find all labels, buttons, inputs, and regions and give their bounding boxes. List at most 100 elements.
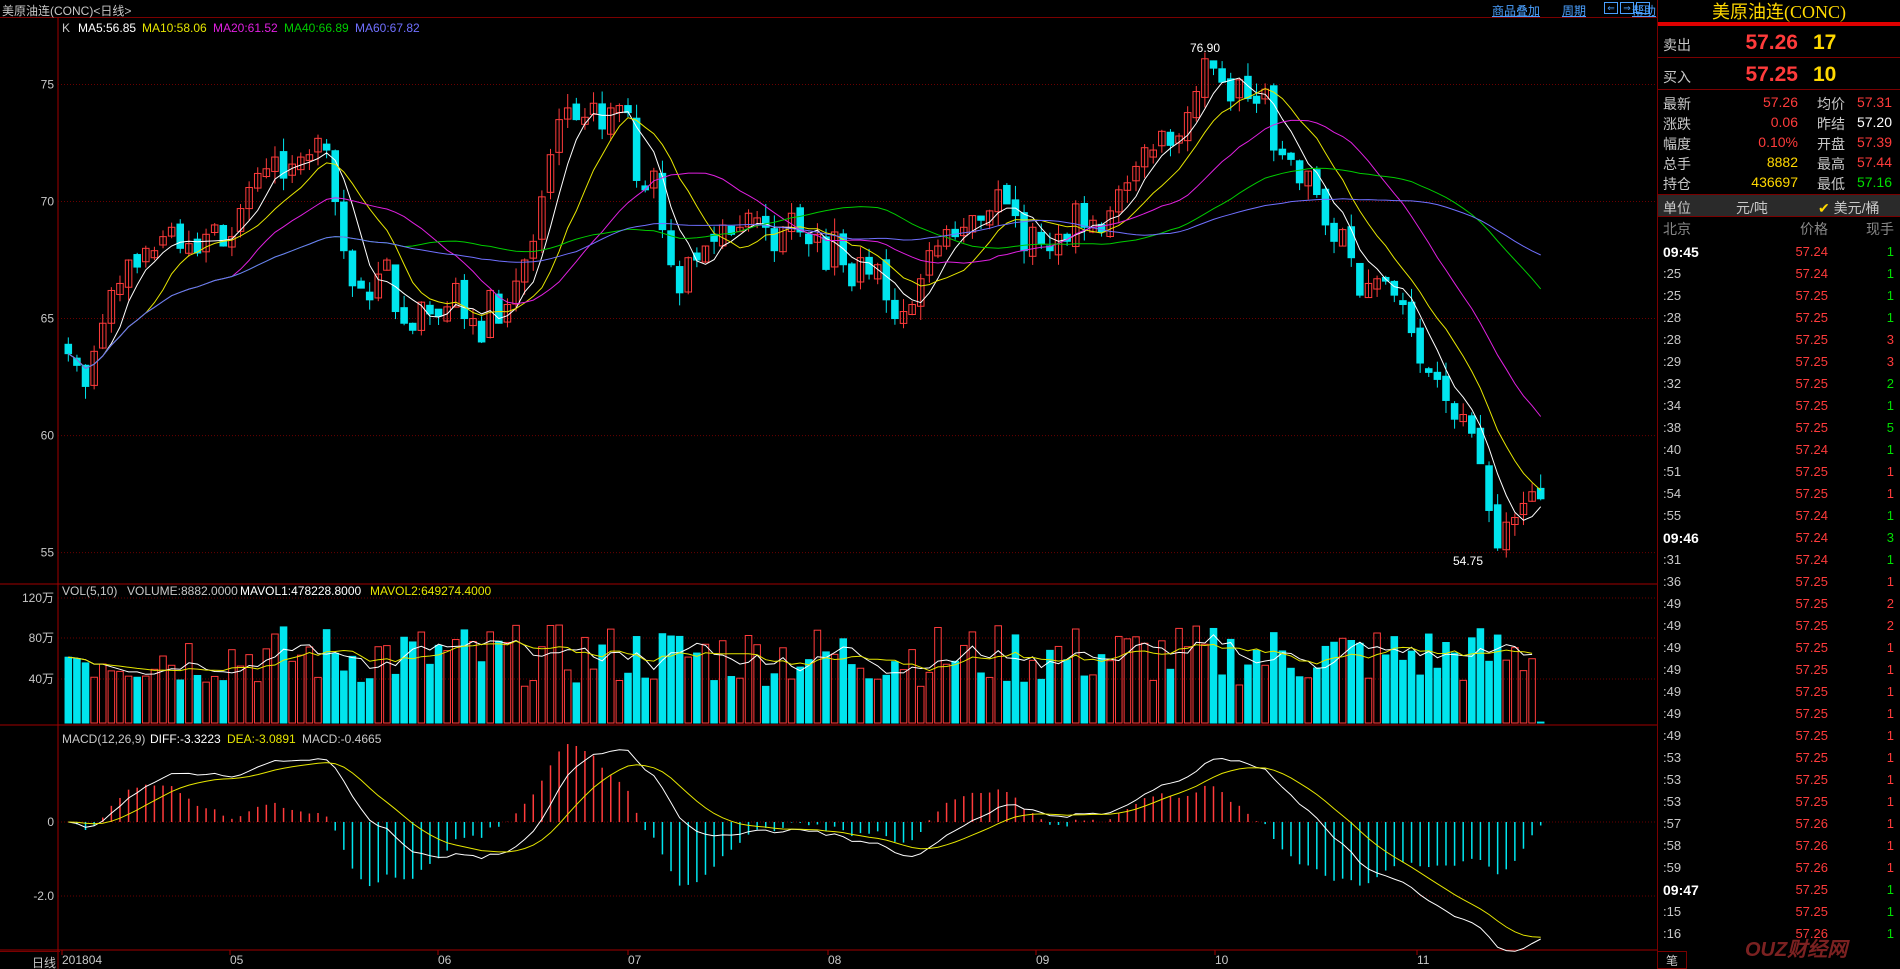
volume-bar bbox=[426, 663, 434, 724]
tick-price: 57.26 bbox=[1795, 816, 1828, 831]
volume-bar bbox=[1020, 681, 1028, 724]
tick-price: 57.26 bbox=[1795, 860, 1828, 875]
volume-bar bbox=[1011, 634, 1020, 724]
sell-label: 卖出 bbox=[1663, 37, 1691, 53]
volume-bar bbox=[322, 629, 331, 724]
y-tick-label: 65 bbox=[41, 312, 55, 326]
tick-price: 57.25 bbox=[1795, 904, 1828, 919]
ma10-line bbox=[68, 87, 1542, 491]
tick-row: :53 57.25 1 bbox=[1658, 746, 1900, 768]
volume-bar bbox=[1364, 677, 1373, 724]
candle-body bbox=[1356, 262, 1364, 296]
candle-body bbox=[1037, 231, 1046, 245]
volume-bar bbox=[865, 678, 873, 724]
candle-body bbox=[1424, 368, 1433, 373]
stat-value: 57.16 bbox=[1856, 174, 1892, 190]
tick-volume: 1 bbox=[1886, 684, 1894, 699]
tick-time: :54 bbox=[1663, 486, 1682, 501]
unit-bar: 单位 元/吨 ✔ 美元/桶 bbox=[1658, 195, 1900, 217]
tick-price: 57.24 bbox=[1795, 266, 1828, 281]
volume-bar bbox=[210, 675, 219, 724]
tick-row: :59 57.26 1 bbox=[1658, 856, 1900, 878]
volume-bar bbox=[1080, 675, 1089, 724]
volume-bar bbox=[150, 668, 159, 724]
tick-volume: 1 bbox=[1886, 464, 1894, 479]
tick-time: :49 bbox=[1663, 596, 1682, 611]
stat-label: 均价 bbox=[1817, 96, 1845, 112]
stat-label: 持仓 bbox=[1663, 176, 1691, 192]
y-tick-label: 75 bbox=[41, 78, 55, 92]
tick-row: :25 57.25 1 bbox=[1658, 284, 1900, 306]
chart-canvas[interactable]: K MA5:56.85 MA10:58.06 MA20:61.52 MA40:6… bbox=[0, 18, 1657, 969]
candle-body bbox=[865, 256, 873, 275]
help-link[interactable]: 帮助 bbox=[1632, 2, 1656, 19]
volume-bar bbox=[684, 656, 693, 724]
volume-bar bbox=[391, 673, 400, 724]
tick-row: :40 57.24 1 bbox=[1658, 438, 1900, 460]
tick-volume: 2 bbox=[1886, 376, 1894, 391]
unit-cny-option[interactable]: 元/吨 bbox=[1736, 198, 1768, 218]
unit-usd-option[interactable]: ✔ 美元/桶 bbox=[1818, 198, 1880, 218]
panel-footer[interactable]: 笔 bbox=[1657, 951, 1687, 969]
candle-body bbox=[1287, 152, 1295, 160]
candle-body bbox=[1209, 60, 1218, 69]
tick-volume: 1 bbox=[1886, 266, 1894, 281]
volume-bar bbox=[701, 643, 710, 724]
buy-label: 买入 bbox=[1663, 69, 1691, 85]
volume-bar bbox=[1313, 667, 1321, 724]
candle-body bbox=[1476, 427, 1485, 465]
candle-body bbox=[1269, 85, 1278, 151]
sell-row[interactable]: 卖出 57.26 17 bbox=[1658, 26, 1900, 58]
volume-bar bbox=[1175, 627, 1183, 724]
volume-bar bbox=[1140, 642, 1149, 724]
volume-bar bbox=[1244, 664, 1252, 724]
tick-price: 57.25 bbox=[1795, 596, 1828, 611]
tick-time: :49 bbox=[1663, 640, 1682, 655]
volume-bar bbox=[1097, 654, 1106, 724]
tick-price: 57.25 bbox=[1795, 464, 1828, 479]
period-mode[interactable]: 日线 bbox=[0, 951, 60, 969]
candle-body bbox=[1347, 226, 1356, 259]
chart-title: 美原油连(CONC)<日线> bbox=[2, 4, 132, 18]
volume-bar bbox=[1269, 632, 1278, 724]
tick-time: 09:47 bbox=[1663, 882, 1699, 898]
tick-volume: 1 bbox=[1886, 442, 1894, 457]
prev-icon[interactable]: ⇐ bbox=[1604, 2, 1618, 14]
tick-price: 57.25 bbox=[1795, 794, 1828, 809]
volume-bar bbox=[908, 649, 916, 724]
volume-bar bbox=[202, 681, 210, 724]
tick-volume: 1 bbox=[1886, 904, 1894, 919]
cycle-link[interactable]: 周期 bbox=[1562, 2, 1586, 19]
stat-label: 幅度 bbox=[1663, 136, 1691, 152]
tick-volume: 1 bbox=[1886, 860, 1894, 875]
overlay-commodity-link[interactable]: 商品叠加 bbox=[1492, 2, 1540, 19]
volume-bar bbox=[434, 644, 443, 724]
buy-row[interactable]: 买入 57.25 10 bbox=[1658, 58, 1900, 90]
candle-body bbox=[1390, 280, 1399, 296]
quote-panel: 美原油连(CONC) 卖出 57.26 17 买入 57.25 10 最新 57.… bbox=[1657, 0, 1900, 969]
candle-body bbox=[1442, 375, 1450, 401]
diff-line bbox=[68, 749, 1541, 952]
candle-body bbox=[598, 103, 606, 130]
tick-price: 57.25 bbox=[1795, 310, 1828, 325]
volume-bar bbox=[572, 682, 581, 724]
volume-bar bbox=[529, 680, 538, 724]
tick-time: :38 bbox=[1663, 420, 1682, 435]
tick-volume: 1 bbox=[1886, 486, 1894, 501]
volume-bar bbox=[245, 654, 253, 724]
volume-bar bbox=[1166, 668, 1175, 724]
tick-volume: 1 bbox=[1886, 882, 1894, 897]
stat-row: 持仓 436697 最低 57.16 bbox=[1658, 172, 1900, 192]
volume-bar bbox=[1399, 659, 1407, 724]
tick-time: 09:45 bbox=[1663, 244, 1699, 260]
stat-label: 最高 bbox=[1817, 156, 1845, 172]
tick-row: :31 57.24 1 bbox=[1658, 548, 1900, 570]
candle-body bbox=[1416, 327, 1424, 364]
volume-bar bbox=[253, 681, 262, 724]
volume-bar bbox=[830, 653, 839, 724]
tick-list[interactable]: 09:45 57.24 1:25 57.24 1:25 57.25 1:28 57.25 1:2… bbox=[1658, 240, 1900, 944]
unit-label: 单位 bbox=[1663, 200, 1691, 216]
stat-value: 8882 bbox=[1766, 154, 1798, 170]
vol-label: VOL(5,10) bbox=[62, 584, 117, 598]
tick-row: :36 57.25 1 bbox=[1658, 570, 1900, 592]
